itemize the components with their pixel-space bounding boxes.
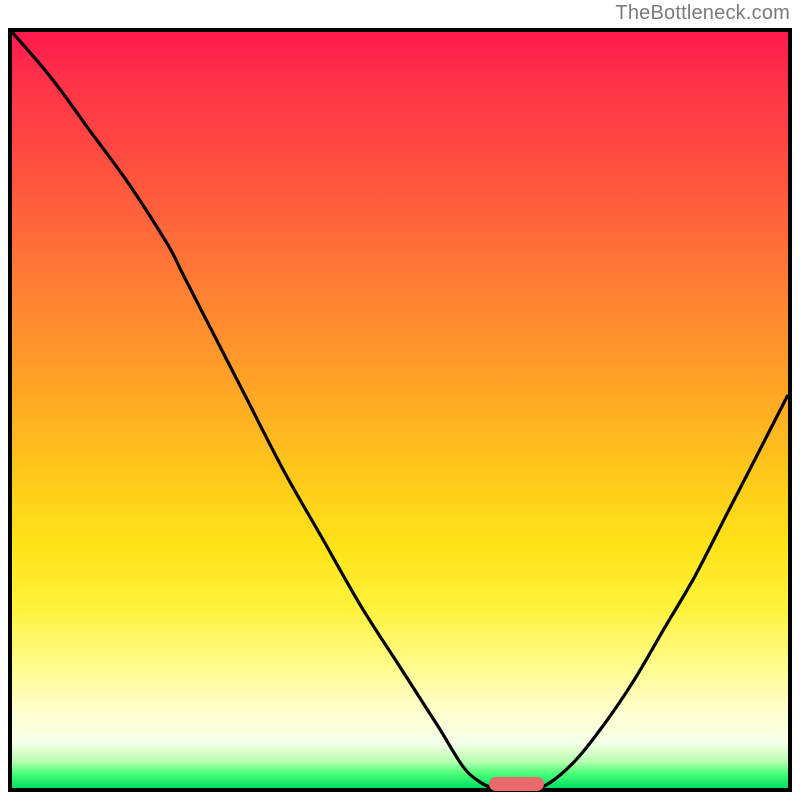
optimum-marker bbox=[489, 777, 544, 791]
bottleneck-curve bbox=[12, 32, 788, 788]
chart-root: TheBottleneck.com bbox=[0, 0, 800, 800]
attribution-text: TheBottleneck.com bbox=[615, 2, 790, 25]
plot-area bbox=[8, 28, 792, 792]
curve-path bbox=[12, 32, 788, 788]
